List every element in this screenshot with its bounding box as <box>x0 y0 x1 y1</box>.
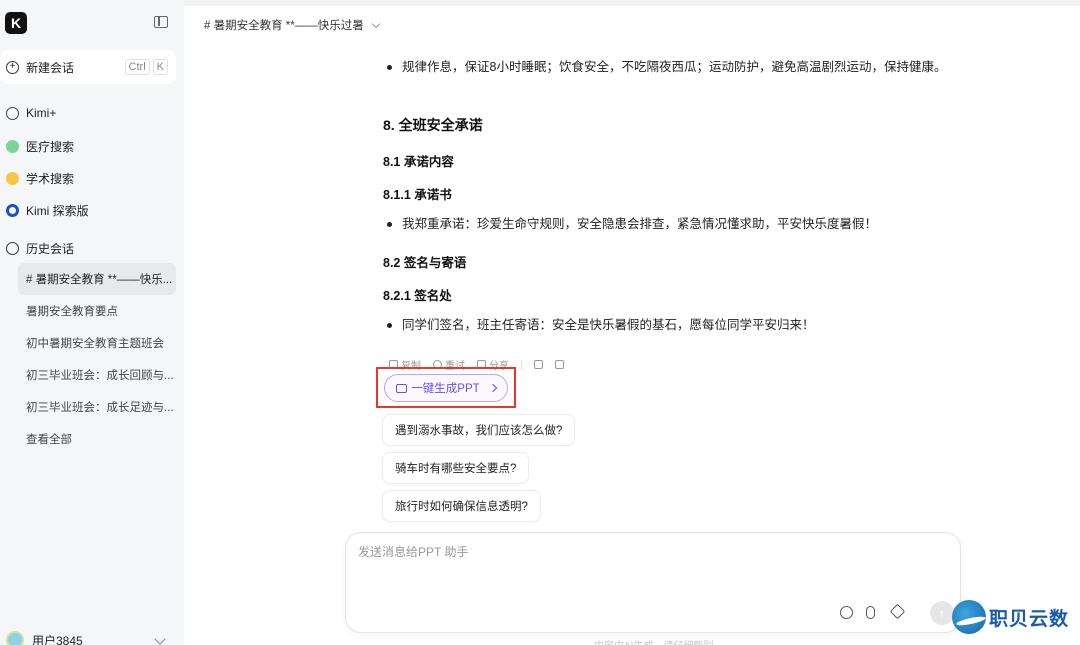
username: 用户3845 <box>32 633 83 645</box>
globe-icon[interactable] <box>840 606 853 619</box>
kbd-k: K <box>152 59 168 75</box>
heading-8-1-1: 8.1.1 承诺书 <box>383 188 452 202</box>
medical-search-icon <box>6 140 19 153</box>
sidebar: K + 新建会话 Ctrl K Kimi+ 医疗搜索 学术搜索 Kimi 探索版… <box>0 0 184 645</box>
divider <box>521 359 522 370</box>
sidebar-item-label: Kimi 探索版 <box>26 204 89 218</box>
watermark-text: 职贝云数 <box>989 608 1070 630</box>
message-input[interactable] <box>358 543 938 593</box>
presentation-icon <box>396 383 408 393</box>
kimi-explore-icon <box>6 204 19 217</box>
arrow-up-icon: ↑ <box>939 606 945 620</box>
new-chat-button[interactable]: + 新建会话 Ctrl K <box>0 50 176 84</box>
chevron-right-icon <box>488 383 497 393</box>
history-item[interactable]: 初三毕业班会：成长回顾与... <box>18 359 176 391</box>
new-chat-label: 新建会话 <box>26 60 75 75</box>
heading-8-2-1: 8.2.1 签名处 <box>383 289 452 303</box>
paperclip-icon[interactable] <box>866 606 875 619</box>
watermark: 职贝云数 <box>952 600 1069 634</box>
academic-search-icon <box>6 172 19 185</box>
generate-ppt-button[interactable]: 一键生成PPT <box>384 374 508 402</box>
chevron-down-icon[interactable] <box>154 633 166 645</box>
thumbs-up-button[interactable] <box>534 360 543 369</box>
suggestion-chip[interactable]: 旅行时如何确保信息透明? <box>382 490 541 522</box>
history-item[interactable]: 暑期安全教育要点 <box>18 295 176 327</box>
sidebar-item-label: 医疗搜索 <box>26 140 75 154</box>
sidebar-item-kimi-explore[interactable]: Kimi 探索版 <box>6 202 89 219</box>
disclaimer-text: 内容由AI生成，请仔细甄别 <box>594 637 713 645</box>
thumbs-up-icon <box>534 360 543 369</box>
thumbs-down-icon <box>555 360 564 369</box>
plus-circle-icon: + <box>6 60 19 74</box>
history-item-active[interactable]: # 暑期安全教育 **——快乐... <box>18 263 176 295</box>
view-all-history-link[interactable]: 查看全部 <box>18 423 176 455</box>
heading-8-2: 8.2 签名与寄语 <box>383 256 467 270</box>
watermark-logo-icon <box>952 600 986 634</box>
history-item[interactable]: 初三毕业班会：成长足迹与... <box>18 391 176 423</box>
cube-icon[interactable] <box>889 603 906 620</box>
sidebar-item-academic-search[interactable]: 学术搜索 <box>6 170 74 187</box>
ppt-highlight-box: 一键生成PPT <box>376 367 516 408</box>
kbd-ctrl: Ctrl <box>124 59 150 75</box>
conversation-title[interactable]: # 暑期安全教育 **——快乐过暑 <box>204 17 380 33</box>
sidebar-item-label: 学术搜索 <box>26 172 75 186</box>
sidebar-item-kimi-plus[interactable]: Kimi+ <box>6 106 56 120</box>
list-item: 我郑重承诺：珍爱生命守规则，安全隐患会排查，紧急情况懂求助，平安快乐度暑假！ <box>387 214 947 235</box>
clock-icon <box>6 242 19 255</box>
suggestion-chip[interactable]: 骑车时有哪些安全要点? <box>382 452 530 484</box>
sidebar-item-medical-search[interactable]: 医疗搜索 <box>6 138 74 155</box>
list-item: 同学们签名，班主任寄语：安全是快乐暑假的基石，愿每位同学平安归来！ <box>387 315 947 336</box>
main-panel: # 暑期安全教育 **——快乐过暑 规律作息，保证8小时睡眠；饮食安全，不吃隔夜… <box>184 0 1080 645</box>
user-profile[interactable]: 用户3845 <box>6 631 83 645</box>
list-item: 规律作息，保证8小时睡眠；饮食安全，不吃隔夜西瓜；运动防护，避免高温剧烈运动，保… <box>387 57 947 78</box>
heading-8-1: 8.1 承诺内容 <box>383 155 454 169</box>
shortcut-hint: Ctrl K <box>124 59 168 75</box>
suggestion-chip[interactable]: 遇到溺水事故，我们应该怎么做? <box>382 414 576 446</box>
avatar <box>6 631 24 645</box>
top-strip <box>184 0 1080 6</box>
history-label: 历史会话 <box>26 242 75 256</box>
history-section-header[interactable]: 历史会话 <box>6 240 74 257</box>
history-item[interactable]: 初中暑期安全教育主题班会 <box>18 327 176 359</box>
send-button[interactable]: ↑ <box>930 601 954 625</box>
heading-8: 8. 全班安全承诺 <box>383 117 483 133</box>
chevron-down-icon <box>371 19 380 28</box>
sidebar-item-label: Kimi+ <box>26 106 57 120</box>
message-composer: ↑ <box>345 532 961 633</box>
generate-ppt-label: 一键生成PPT <box>411 383 480 395</box>
sidebar-collapse-icon[interactable] <box>154 16 168 28</box>
kimi-plus-icon <box>6 106 19 120</box>
conversation-title-text: # 暑期安全教育 **——快乐过暑 <box>204 20 364 32</box>
kimi-logo[interactable]: K <box>5 12 27 34</box>
thumbs-down-button[interactable] <box>555 360 564 369</box>
